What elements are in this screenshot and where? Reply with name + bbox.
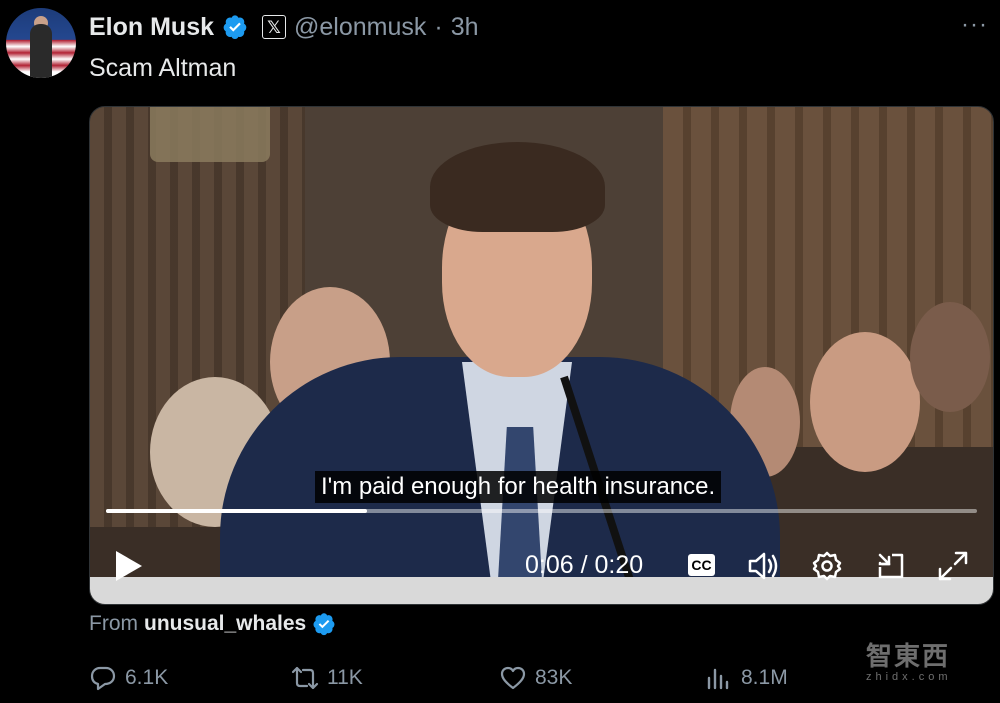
video-controls: 0:06 / 0:20 CC <box>90 537 993 597</box>
site-watermark-logo: 智東西 zhidx.com <box>866 636 952 683</box>
speaker-hair <box>430 142 605 232</box>
heart-icon <box>500 666 526 690</box>
current-time: 0:06 <box>525 551 574 579</box>
watermark-sub: zhidx.com <box>866 671 952 683</box>
reply-button[interactable]: 6.1K <box>89 664 168 692</box>
tweet-timestamp[interactable]: 3h <box>451 13 479 42</box>
header-separator: · <box>434 12 443 41</box>
spectator-right <box>810 332 920 472</box>
repost-button[interactable]: 11K <box>291 664 363 692</box>
tweet-text: Scam Altman <box>89 54 237 82</box>
media-source: From unusual_whales <box>89 612 336 636</box>
like-count: 83K <box>535 666 573 689</box>
background-lamp <box>150 107 270 162</box>
duration: 0:20 <box>594 551 644 579</box>
video-progress-fill <box>106 509 368 513</box>
video-frame <box>90 107 993 604</box>
repost-count: 11K <box>327 666 363 689</box>
verified-badge-icon[interactable] <box>222 14 248 40</box>
watermark-text: 智東西 <box>866 641 951 671</box>
repost-icon <box>291 666 319 690</box>
views-chart-icon <box>707 668 729 690</box>
settings-gear-icon[interactable] <box>810 549 844 583</box>
view-count: 8.1M <box>741 666 788 689</box>
closed-captions-icon[interactable]: CC <box>688 554 715 576</box>
video-progress-bar[interactable] <box>106 509 977 513</box>
video-subtitle: I'm paid enough for health insurance. <box>315 471 722 503</box>
more-options-icon[interactable]: ··· <box>961 10 988 40</box>
source-verified-badge-icon <box>313 613 335 636</box>
video-player[interactable]: I'm paid enough for health insurance. 0:… <box>89 106 994 605</box>
author-display-name[interactable]: Elon Musk <box>89 13 214 42</box>
views-button[interactable]: 8.1M <box>705 664 788 692</box>
fullscreen-icon[interactable] <box>936 549 970 583</box>
x-platform-icon: 𝕏 <box>262 15 287 39</box>
reply-count: 6.1K <box>125 666 169 689</box>
spectator-right-3 <box>910 302 990 412</box>
like-button[interactable]: 83K <box>499 664 572 692</box>
author-avatar[interactable] <box>6 8 76 78</box>
video-timecode: 0:06 / 0:20 <box>525 551 643 580</box>
picture-in-picture-icon[interactable] <box>874 549 908 583</box>
time-separator: / <box>580 551 588 579</box>
volume-icon[interactable] <box>746 549 780 583</box>
source-prefix: From <box>89 612 138 635</box>
play-icon[interactable] <box>114 549 144 583</box>
author-handle[interactable]: @elonmusk <box>294 13 426 42</box>
reply-icon <box>90 666 116 691</box>
avatar-figure <box>30 24 52 78</box>
tweet-action-bar: 6.1K 11K 83K 8.1M <box>89 664 989 698</box>
tweet-header: Elon Musk 𝕏 @elonmusk · 3h <box>89 10 479 44</box>
source-account-link[interactable]: unusual_whales <box>144 612 306 636</box>
